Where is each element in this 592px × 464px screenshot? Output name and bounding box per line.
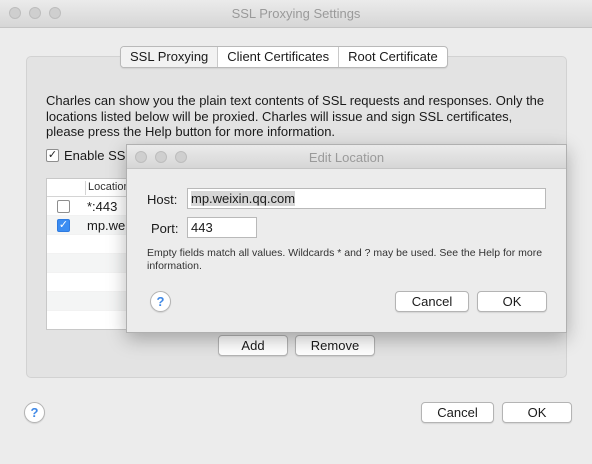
host-value: mp.weixin.qq.com	[191, 191, 296, 206]
table-row[interactable]: *:443	[47, 197, 135, 216]
port-field[interactable]: 443	[187, 217, 257, 238]
dialog-cancel-button[interactable]: Cancel	[395, 291, 469, 312]
host-label: Host:	[147, 192, 178, 207]
port-label: Port:	[151, 221, 179, 236]
table-row-empty	[47, 254, 135, 273]
edit-location-dialog: Edit Location Host: mp.weixin.qq.com Por…	[126, 144, 567, 333]
host-field[interactable]: mp.weixin.qq.com	[187, 188, 546, 209]
location-text: mp.wei	[87, 218, 129, 233]
help-button[interactable]: ?	[24, 402, 45, 423]
dialog-help-button[interactable]: ?	[150, 291, 171, 312]
table-row-empty	[47, 235, 135, 254]
table-row-empty	[47, 273, 135, 292]
checkmark-icon: ✓	[46, 149, 59, 162]
remove-button[interactable]: Remove	[295, 335, 375, 356]
enable-ssl-proxying-checkbox[interactable]: ✓ Enable SS	[46, 148, 125, 163]
window-title: SSL Proxying Settings	[231, 6, 361, 21]
row-checkbox[interactable]	[57, 200, 70, 213]
cancel-button[interactable]: Cancel	[421, 402, 494, 423]
tab-client-certificates[interactable]: Client Certificates	[218, 47, 340, 67]
location-column-header[interactable]: Location	[85, 181, 130, 195]
dialog-title: Edit Location	[308, 150, 385, 165]
description-text: Charles can show you the plain text cont…	[46, 93, 545, 139]
table-header: Location	[47, 179, 135, 197]
window-titlebar: SSL Proxying Settings	[0, 0, 592, 28]
locations-table: Location *:443 ✓ mp.wei	[46, 178, 136, 330]
table-row-empty	[47, 311, 135, 329]
tab-root-certificate[interactable]: Root Certificate	[339, 47, 447, 67]
table-row[interactable]: ✓ mp.wei	[47, 216, 135, 235]
row-checkbox[interactable]: ✓	[57, 219, 70, 232]
dialog-ok-button[interactable]: OK	[477, 291, 547, 312]
table-row-empty	[47, 292, 135, 311]
tab-ssl-proxying[interactable]: SSL Proxying	[121, 47, 219, 67]
add-button[interactable]: Add	[218, 335, 288, 356]
location-text: *:443	[87, 199, 118, 214]
enable-ssl-proxying-label: Enable SS	[64, 148, 126, 163]
ok-button[interactable]: OK	[502, 402, 572, 423]
tab-bar: SSL Proxying Client Certificates Root Ce…	[120, 46, 448, 68]
dialog-hint-text: Empty fields match all values. Wildcards…	[147, 247, 543, 272]
dialog-titlebar: Edit Location	[127, 145, 566, 169]
